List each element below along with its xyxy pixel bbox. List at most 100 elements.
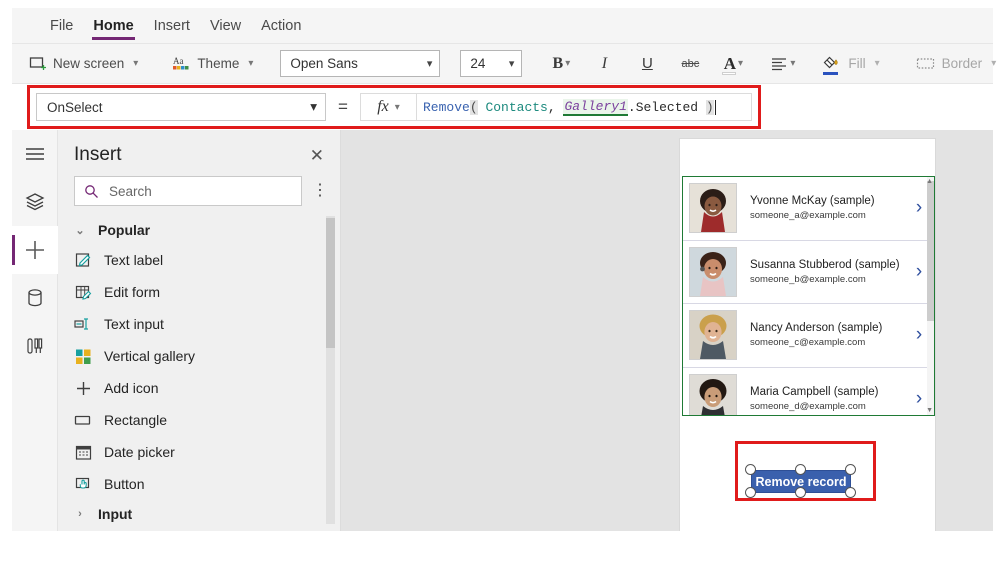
chevron-down-icon: ▾: [426, 58, 433, 70]
list-item-vertical-gallery[interactable]: Vertical gallery: [58, 340, 340, 372]
media-icon: [26, 336, 44, 356]
menu-tab-view[interactable]: View: [200, 8, 251, 44]
list-item-button[interactable]: Button: [58, 468, 340, 500]
rectangle-icon: [74, 411, 92, 429]
font-size-select[interactable]: 24 ▾: [460, 50, 523, 77]
fx-button[interactable]: fx ▾: [360, 93, 416, 121]
formula-input[interactable]: Remove( Contacts, Gallery1 .Selected ): [416, 93, 752, 121]
search-input[interactable]: [107, 182, 292, 200]
font-family-value: Open Sans: [290, 56, 358, 71]
edit-form-icon: [74, 283, 92, 301]
vertical-gallery[interactable]: Yvonne McKay (sample) someone_a@example.…: [682, 176, 935, 416]
theme-button[interactable]: Aa Theme ▾: [165, 51, 260, 76]
formula-token-control: Gallery1: [563, 98, 628, 116]
chevron-down-icon: ▾: [738, 58, 744, 69]
property-select[interactable]: OnSelect ▾: [36, 93, 326, 121]
list-item-date-picker[interactable]: Date picker: [58, 436, 340, 468]
gallery-row[interactable]: Yvonne McKay (sample) someone_a@example.…: [683, 177, 934, 241]
chevron-down-icon: ▾: [310, 99, 317, 114]
scroll-down-icon[interactable]: ▼: [926, 407, 933, 414]
group-header-input[interactable]: › Input: [58, 500, 340, 524]
rail-item-insert[interactable]: [12, 226, 58, 274]
italic-button[interactable]: I: [589, 50, 619, 78]
rail-item-data-sources[interactable]: [12, 274, 58, 322]
menu-tab-action[interactable]: Action: [251, 8, 311, 44]
resize-handle-top-right[interactable]: [845, 464, 856, 475]
resize-handle-bottom-left[interactable]: [745, 487, 756, 498]
font-size-value: 24: [470, 56, 486, 71]
formula-token-paren: (: [469, 99, 478, 115]
property-select-value: OnSelect: [47, 99, 103, 115]
strikethrough-button[interactable]: abc: [675, 50, 705, 78]
underline-icon: U: [641, 55, 653, 72]
vertical-gallery-icon: [74, 347, 92, 365]
chevron-right-icon[interactable]: ›: [910, 324, 928, 346]
list-item-label: Date picker: [104, 444, 175, 460]
insert-panel-scrollbar-thumb[interactable]: [326, 218, 335, 348]
resize-handle-bottom-right[interactable]: [845, 487, 856, 498]
underline-button[interactable]: U: [632, 50, 662, 78]
more-options-icon[interactable]: ⋮: [312, 183, 328, 198]
theme-icon: Aa: [172, 55, 190, 72]
contact-text: Susanna Stubberod (sample) someone_b@exa…: [737, 259, 910, 285]
chevron-right-icon: ›: [78, 508, 82, 520]
gallery-scrollbar-thumb[interactable]: [927, 181, 934, 321]
resize-handle-top-left[interactable]: [745, 464, 756, 475]
contact-avatar: [689, 183, 737, 234]
date-picker-icon: [74, 443, 92, 461]
powerapps-studio: File Home Insert View Action New screen …: [0, 0, 1005, 561]
bold-button[interactable]: B ▾: [546, 50, 576, 78]
resize-handle-bottom-center[interactable]: [795, 487, 806, 498]
font-color-icon: A: [723, 53, 736, 73]
list-item-add-icon[interactable]: Add icon: [58, 372, 340, 404]
chevron-down-icon: ▾: [790, 58, 796, 69]
ribbon-group-border: Border ▾: [897, 44, 1005, 84]
insert-panel-header: Insert ✕: [58, 130, 340, 172]
border-button[interactable]: Border ▾: [909, 52, 1004, 75]
ribbon-group-screen: New screen ▾: [12, 44, 155, 84]
list-item-edit-form[interactable]: Edit form: [58, 276, 340, 308]
text-caret: [714, 99, 716, 115]
italic-icon: I: [601, 54, 608, 72]
left-icon-rail: [12, 130, 58, 531]
menu-tab-file[interactable]: File: [40, 8, 83, 44]
gallery-row[interactable]: Susanna Stubberod (sample) someone_b@exa…: [683, 240, 934, 304]
close-icon[interactable]: ✕: [310, 147, 324, 164]
list-item-rectangle[interactable]: Rectangle: [58, 404, 340, 436]
new-screen-icon: [29, 55, 46, 72]
search-icon: [84, 184, 99, 199]
contact-name: Nancy Anderson (sample): [750, 322, 883, 335]
fill-bucket-icon: [821, 54, 841, 75]
menu-bar: File Home Insert View Action: [12, 8, 993, 44]
design-canvas[interactable]: Yvonne McKay (sample) someone_a@example.…: [341, 130, 993, 531]
fill-button[interactable]: Fill ▾: [814, 50, 886, 78]
rail-item-tree-view[interactable]: [12, 178, 58, 226]
menu-tab-home[interactable]: Home: [83, 8, 143, 44]
app-screen[interactable]: Yvonne McKay (sample) someone_a@example.…: [679, 138, 936, 531]
chevron-right-icon[interactable]: ›: [910, 261, 928, 283]
gallery-row[interactable]: Maria Campbell (sample) someone_d@exampl…: [683, 367, 934, 415]
resize-handle-top-center[interactable]: [795, 464, 806, 475]
list-item-text-input[interactable]: Text input: [58, 308, 340, 340]
scroll-up-icon[interactable]: ▲: [926, 178, 933, 185]
insert-panel-title: Insert: [74, 144, 122, 165]
list-item-label: Add icon: [104, 380, 159, 396]
group-header-popular[interactable]: ⌄ Popular: [58, 216, 340, 244]
gallery-row[interactable]: Nancy Anderson (sample) someone_c@exampl…: [683, 304, 934, 368]
new-screen-button[interactable]: New screen ▾: [22, 51, 145, 76]
search-box[interactable]: [74, 176, 302, 206]
insert-panel: Insert ✕ ⋮ ⌄ Popular: [58, 130, 341, 531]
list-item-text-label[interactable]: Text label: [58, 244, 340, 276]
rail-item-hamburger-menu[interactable]: [12, 130, 58, 178]
contact-avatar: [689, 373, 737, 415]
menu-tab-insert[interactable]: Insert: [144, 8, 200, 44]
new-screen-label: New screen: [53, 56, 125, 71]
text-input-icon: [74, 315, 92, 333]
align-button[interactable]: ▾: [768, 50, 798, 78]
chevron-right-icon[interactable]: ›: [910, 197, 928, 219]
contact-name: Yvonne McKay (sample): [750, 195, 875, 208]
rail-item-media[interactable]: [12, 322, 58, 370]
chevron-down-icon: ▾: [394, 101, 400, 113]
font-family-select[interactable]: Open Sans ▾: [280, 50, 441, 77]
font-color-button[interactable]: A ▾: [718, 50, 748, 78]
